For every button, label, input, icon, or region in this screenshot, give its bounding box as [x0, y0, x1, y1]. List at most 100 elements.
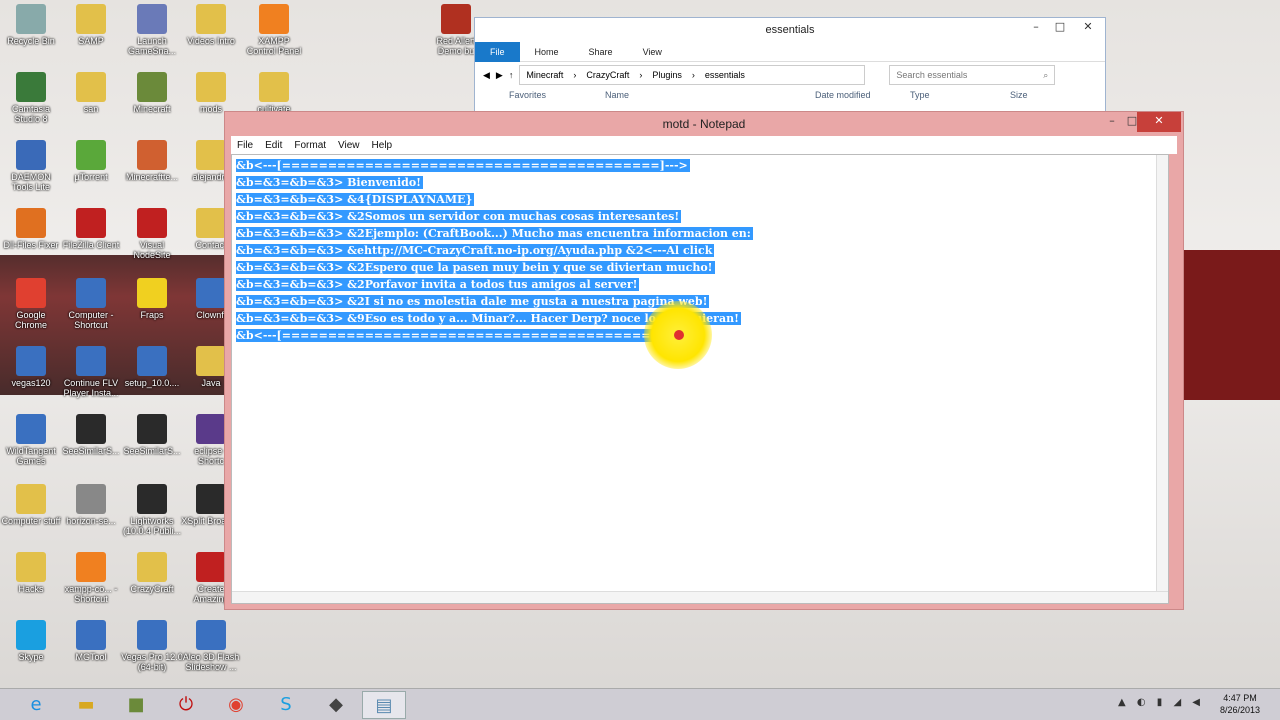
path-segment[interactable]: essentials — [705, 70, 745, 80]
desktop-icon[interactable]: Videos Intro — [180, 4, 242, 46]
close-icon[interactable]: ✕ — [1137, 112, 1181, 132]
desktop-icon[interactable]: san — [60, 72, 122, 114]
maximize-icon[interactable]: □ — [1047, 18, 1073, 38]
desktop-icon[interactable]: SeeSimilarS... — [60, 414, 122, 456]
desktop-icon[interactable]: Fraps — [121, 278, 183, 320]
selected-text: &b<---[=================================… — [236, 159, 690, 172]
app-icon — [137, 140, 167, 170]
selected-text: &b=&3=&b=&3> &2Somos un servidor con muc… — [236, 210, 682, 223]
desktop-icon-label: Videos Intro — [187, 36, 235, 46]
minimize-icon[interactable]: – — [1023, 18, 1049, 38]
app-icon — [137, 552, 167, 582]
app-icon — [196, 552, 226, 582]
address-bar[interactable]: Minecraft › CrazyCraft › Plugins › essentia… — [519, 65, 866, 85]
clock[interactable]: 4:47 PM 8/26/2013 — [1220, 692, 1260, 716]
chrome-icon[interactable]: ◉ — [214, 691, 258, 719]
menu-format[interactable]: Format — [288, 140, 332, 151]
tab-file[interactable]: File — [475, 41, 520, 62]
desktop-icon[interactable]: Hacks — [0, 552, 62, 594]
desktop-icon[interactable]: Lightworks (10.0.4 Publi... — [121, 484, 183, 536]
desktop-icon[interactable]: Computer - Shortcut — [60, 278, 122, 330]
power-icon[interactable]: ⏻ — [164, 691, 208, 719]
skype-icon[interactable]: S — [264, 691, 308, 719]
launcher-icon[interactable]: ◆ — [314, 691, 358, 719]
app-icon — [76, 620, 106, 650]
desktop-icon[interactable]: Vegas Pro 12.0 (64-bit) — [121, 620, 183, 672]
text-editor[interactable]: &b<---[=================================… — [231, 154, 1169, 604]
desktop-icon[interactable]: Camtasia Studio 8 — [0, 72, 62, 124]
desktop-icon[interactable]: FileZilla Client — [60, 208, 122, 250]
desktop-icon-label: WildTangent Games — [6, 446, 56, 466]
app-icon — [196, 72, 226, 102]
desktop-icon[interactable]: horizon-se... — [60, 484, 122, 526]
desktop-icon[interactable]: Launch GameSna... — [121, 4, 183, 56]
close-icon[interactable]: ✕ — [1075, 18, 1101, 38]
desktop-icon[interactable]: MGTool — [60, 620, 122, 662]
column-name[interactable]: Name — [605, 90, 815, 100]
desktop-icon[interactable]: Aleo 3D Flash Slideshow ... — [180, 620, 242, 672]
desktop-icon[interactable]: SeeSimilarS... — [121, 414, 183, 456]
desktop-icon[interactable]: Computer stuff — [0, 484, 62, 526]
menu-file[interactable]: File — [231, 140, 259, 151]
column-headers: Favorites Name Date modified Type Size — [475, 88, 1105, 100]
column-type[interactable]: Type — [910, 90, 1010, 100]
path-segment[interactable]: CrazyCraft — [586, 70, 629, 80]
selected-text: &b=&3=&b=&3> &ehttp://MC-CrazyCraft.no-i… — [236, 244, 715, 257]
vertical-scrollbar[interactable] — [1156, 155, 1168, 603]
desktop-icon[interactable]: Dll-Files Fixer — [0, 208, 62, 250]
tab-home[interactable]: Home — [520, 47, 574, 57]
menu-edit[interactable]: Edit — [259, 140, 288, 151]
desktop-icon-label: Vegas Pro 12.0 (64-bit) — [121, 652, 183, 672]
selected-text: &b=&3=&b=&3> &2Porfavor invita a todos t… — [236, 278, 640, 291]
app-icon — [16, 72, 46, 102]
desktop-icon[interactable]: WildTangent Games — [0, 414, 62, 466]
menu-help[interactable]: Help — [366, 140, 399, 151]
back-icon[interactable]: ◀ — [483, 70, 490, 81]
desktop-icon-label: SeeSimilarS... — [123, 446, 181, 456]
menu-view[interactable]: View — [332, 140, 366, 151]
desktop-icon[interactable]: Google Chrome — [0, 278, 62, 330]
desktop-icon[interactable]: vegas120 — [0, 346, 62, 388]
explorer-ribbon: File Home Share View — [475, 41, 1105, 62]
desktop-icon[interactable]: xampp-co... - Shortcut — [60, 552, 122, 604]
desktop-icon[interactable]: µTorrent — [60, 140, 122, 182]
desktop-icon[interactable]: Recycle Bin — [0, 4, 62, 46]
text-line: &b=&3=&b=&3> &ehttp://MC-CrazyCraft.no-i… — [236, 242, 753, 259]
desktop-icon[interactable]: Minecraftte... — [121, 140, 183, 182]
desktop-icon-label: xampp-co... - Shortcut — [64, 584, 118, 604]
nav-favorites[interactable]: Favorites — [475, 90, 605, 100]
desktop-icon-label: Visual NodeSite — [133, 240, 171, 260]
search-placeholder: Search essentials — [896, 70, 968, 80]
desktop-icon[interactable]: Visual NodeSite — [121, 208, 183, 260]
file-explorer-icon[interactable]: ▬ — [64, 691, 108, 719]
desktop-icon[interactable]: Skype — [0, 620, 62, 662]
search-input[interactable]: Search essentials ⌕ — [889, 65, 1056, 85]
column-date[interactable]: Date modified — [815, 90, 910, 100]
horizontal-scrollbar[interactable] — [232, 591, 1168, 603]
explorer-title: essentials — [765, 24, 815, 36]
column-size[interactable]: Size — [1010, 90, 1028, 100]
minecraft-icon[interactable]: ■ — [114, 691, 158, 719]
desktop-icon[interactable]: CrazyCraft — [121, 552, 183, 594]
tab-view[interactable]: View — [628, 47, 677, 57]
desktop-icon[interactable]: setup_10.0.... — [121, 346, 183, 388]
desktop-icon[interactable]: Continue FLV Player Insta... — [60, 346, 122, 398]
notepad-taskbar-icon[interactable]: ▤ — [362, 691, 406, 719]
desktop-icon[interactable]: Minecraft — [121, 72, 183, 114]
path-segment[interactable]: Minecraft — [526, 70, 563, 80]
app-icon — [16, 4, 46, 34]
app-icon — [137, 208, 167, 238]
desktop-icon-label: Continue FLV Player Insta... — [63, 378, 119, 398]
path-segment[interactable]: Plugins — [652, 70, 682, 80]
desktop-icon[interactable]: mods — [180, 72, 242, 114]
internet-explorer-icon[interactable]: e — [14, 691, 58, 719]
system-tray[interactable]: ▲ ◐ ▮ ◢ ◀ — [1118, 697, 1204, 708]
forward-icon[interactable]: ▶ — [496, 70, 503, 81]
up-icon[interactable]: ↑ — [509, 70, 514, 80]
desktop-icon[interactable]: cultivate — [243, 72, 305, 114]
desktop-icon[interactable]: DAEMON Tools Lite — [0, 140, 62, 192]
app-icon — [16, 278, 46, 308]
desktop-icon[interactable]: XAMPP Control Panel — [243, 4, 305, 56]
desktop-icon[interactable]: SAMP — [60, 4, 122, 46]
tab-share[interactable]: Share — [574, 47, 628, 57]
